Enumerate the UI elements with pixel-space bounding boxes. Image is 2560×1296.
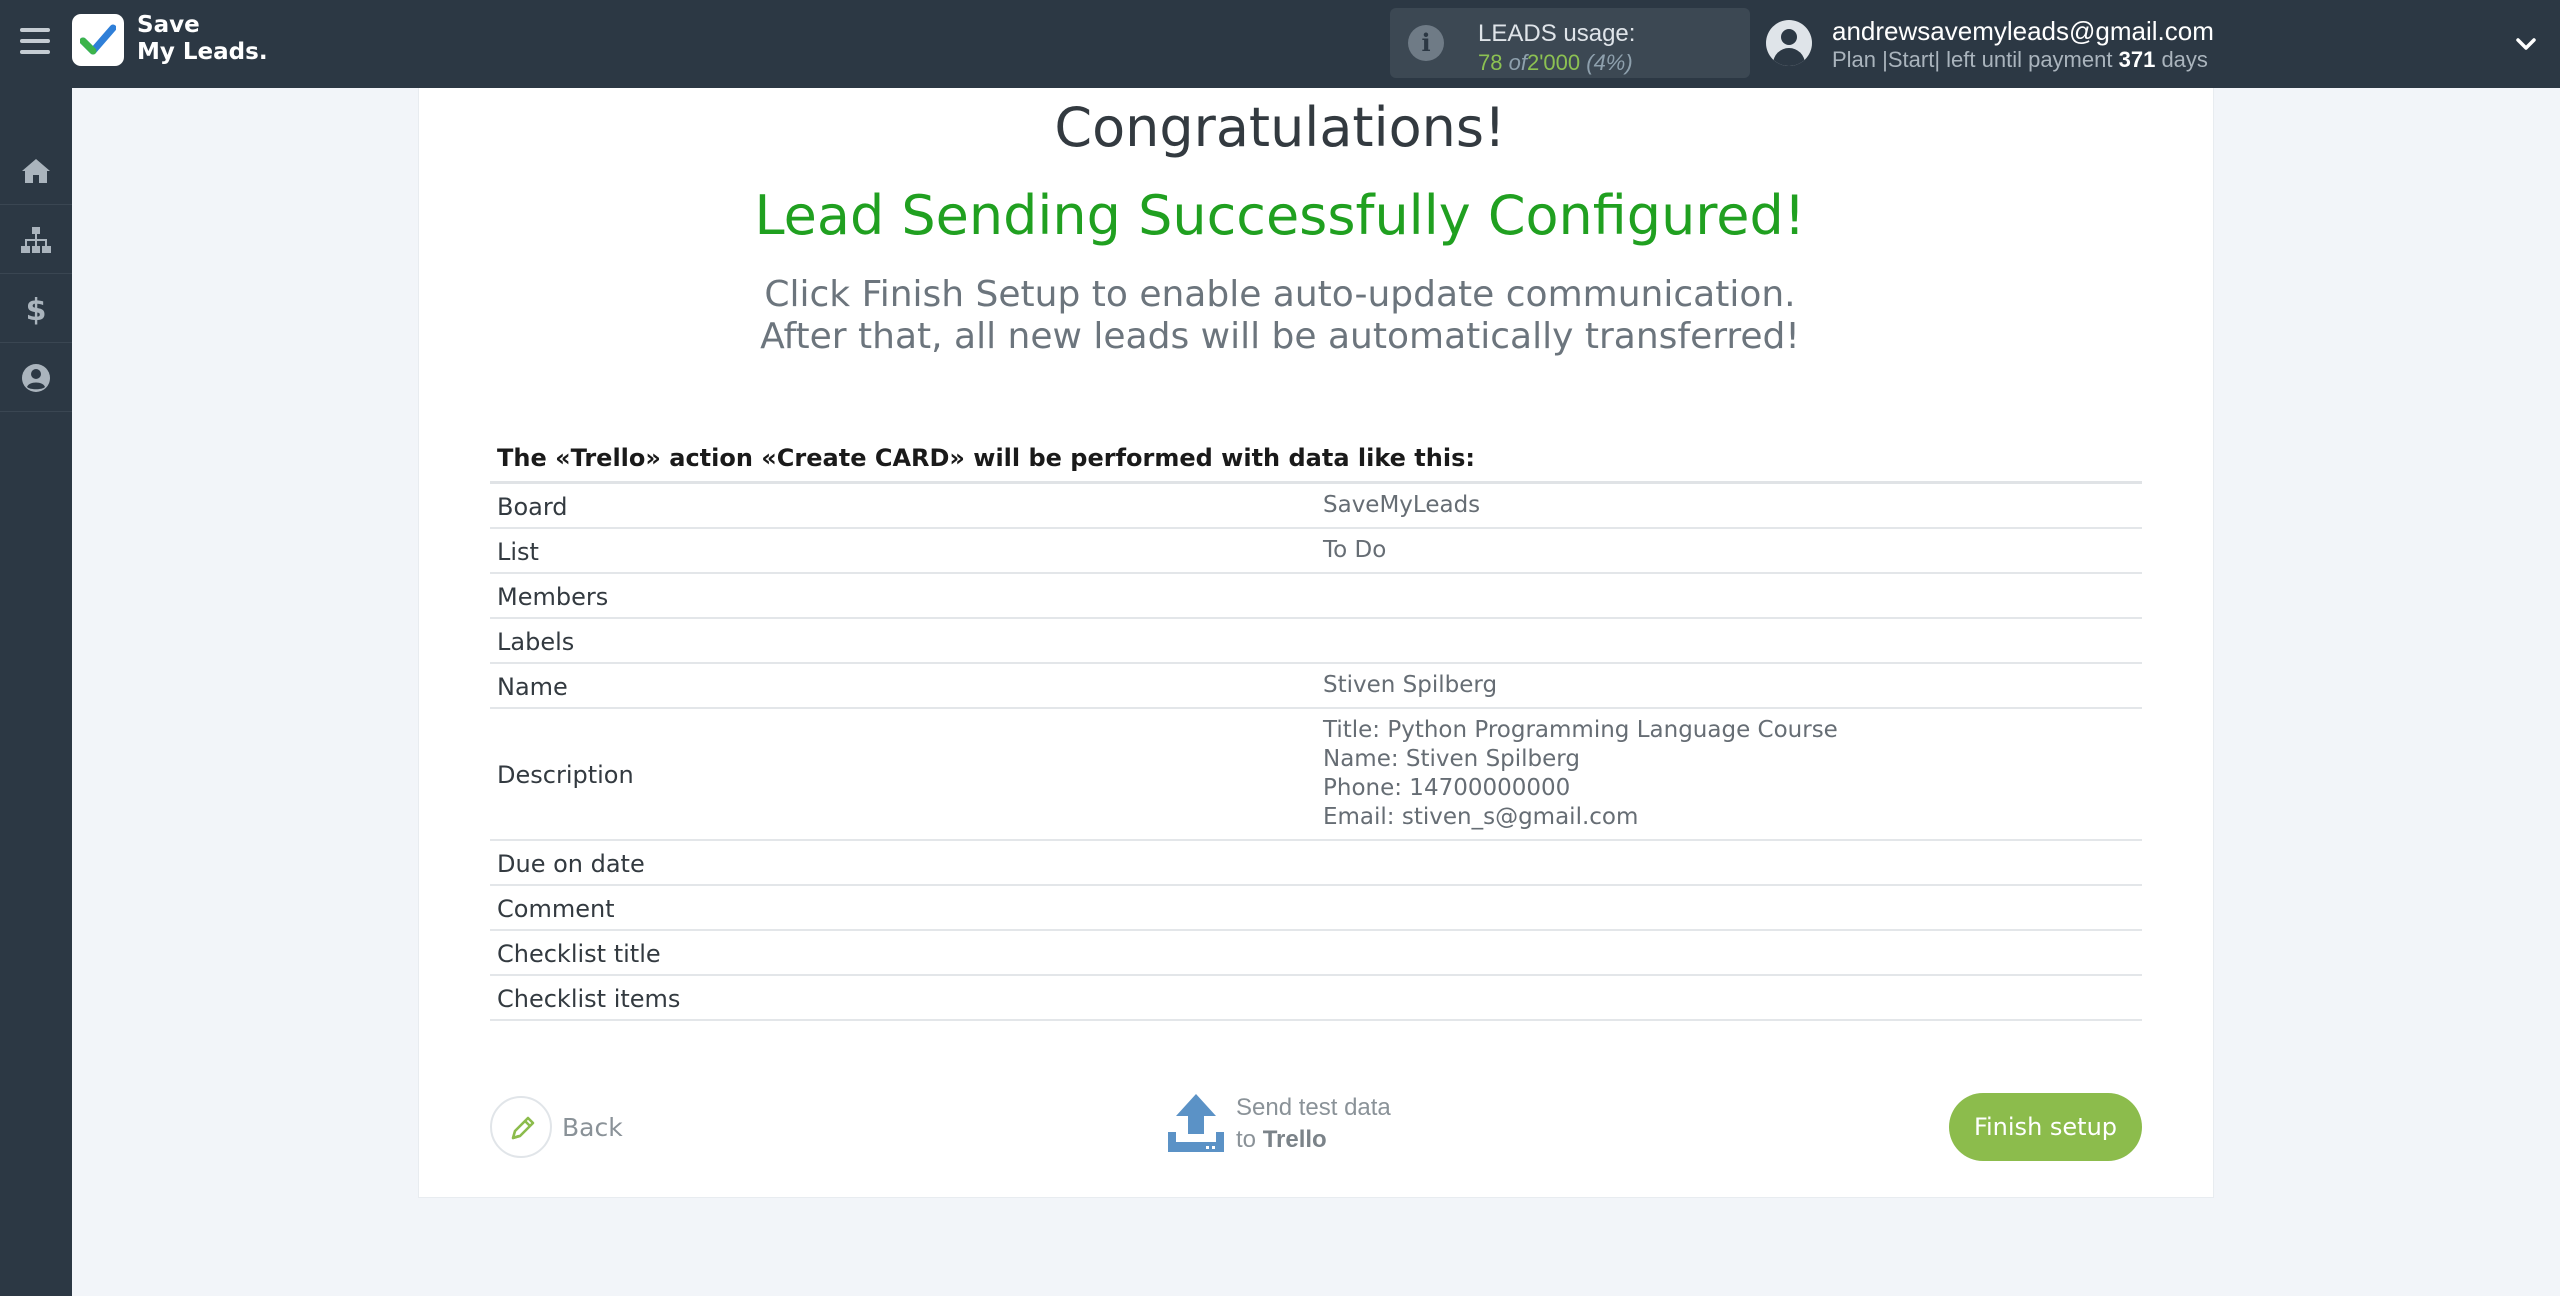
logo-icon[interactable] (72, 14, 124, 66)
table-row: List To Do (490, 529, 2142, 574)
top-bar: Save My Leads. i LEADS usage: 78 of2'000… (0, 0, 2560, 88)
logo-text[interactable]: Save My Leads. (137, 12, 268, 66)
description-line: Phone: 14700000000 (1323, 775, 1571, 801)
row-value: To Do (1323, 537, 1387, 563)
back-label[interactable]: Back (562, 1113, 623, 1142)
row-key: Board (497, 493, 568, 521)
user-circle-icon (22, 364, 50, 392)
back-circle[interactable] (490, 1096, 552, 1158)
row-value: Stiven Spilberg (1323, 672, 1498, 698)
logo-line-2: My Leads. (137, 39, 268, 65)
description-line: Title: Python Programming Language Cours… (1323, 717, 1838, 743)
plan-days: 371 (2118, 47, 2156, 72)
table-row: Due on date (490, 841, 2142, 886)
usage-used: 78 (1478, 50, 1503, 75)
hint-line-1: Click Finish Setup to enable auto-update… (764, 274, 1796, 315)
user-plan: Plan |Start| left until payment 371 days (1832, 47, 2208, 73)
sidebar: $ (0, 88, 72, 1296)
plan-text: Plan |Start| left until payment (1832, 47, 2113, 72)
row-key: Members (497, 583, 609, 611)
plan-days-unit: days (2161, 47, 2208, 72)
row-value: SaveMyLeads (1323, 492, 1481, 518)
info-icon: i (1408, 25, 1444, 61)
logo-line-1: Save (137, 12, 200, 38)
menu-icon[interactable] (20, 28, 50, 56)
usage-label: LEADS usage: (1478, 20, 1636, 47)
usage-percent: (4%) (1586, 50, 1633, 75)
send-label-line-1[interactable]: Send test data (1236, 1094, 1391, 1122)
table-row: Checklist title (490, 931, 2142, 976)
table-row: Checklist items (490, 976, 2142, 1021)
back-button[interactable]: Back (490, 1096, 640, 1160)
leads-usage-panel: i LEADS usage: 78 of2'000 (4%) (1390, 8, 1750, 78)
usage-value: 78 of2'000 (4%) (1478, 50, 1633, 76)
description-line: Email: stiven_s@gmail.com (1323, 804, 1639, 830)
row-key: Checklist items (497, 985, 681, 1013)
send-test-data-button[interactable]: Send test data to Trello (1166, 1090, 1426, 1160)
pencil-icon (511, 1116, 535, 1140)
table-title: The «Trello» action «Create CARD» will b… (497, 444, 1475, 472)
chevron-down-icon[interactable] (2516, 34, 2536, 54)
table-row: Members (490, 574, 2142, 619)
page-title: Congratulations! (1054, 96, 1506, 159)
row-key: Comment (497, 895, 615, 923)
row-key: List (497, 538, 539, 566)
send-target-label: Trello (1262, 1126, 1327, 1153)
table-row: Description Title: Python Programming La… (490, 709, 2142, 841)
send-to-label: to (1236, 1126, 1257, 1153)
finish-setup-button[interactable]: Finish setup (1949, 1093, 2142, 1161)
table-row: Board SaveMyLeads (490, 484, 2142, 529)
hint-line-2: After that, all new leads will be automa… (760, 316, 1800, 357)
user-email[interactable]: andrewsavemyleads@gmail.com (1832, 16, 2214, 47)
row-key: Name (497, 673, 568, 701)
description-line: Name: Stiven Spilberg (1323, 746, 1580, 772)
table-row: Labels (490, 619, 2142, 664)
row-key: Due on date (497, 850, 645, 878)
success-heading: Lead Sending Successfully Configured! (754, 184, 1806, 247)
table-row: Comment (490, 886, 2142, 931)
row-key: Description (497, 761, 634, 789)
home-icon (22, 159, 50, 183)
table-row: Name Stiven Spilberg (490, 664, 2142, 709)
row-key: Checklist title (497, 940, 661, 968)
usage-of: of (1508, 50, 1527, 75)
upload-icon (1168, 1094, 1224, 1152)
avatar[interactable] (1766, 20, 1812, 66)
row-key: Labels (497, 628, 575, 656)
send-label-line-2[interactable]: to Trello (1236, 1126, 1327, 1154)
usage-total: 2'000 (1526, 50, 1581, 75)
row-value-multiline: Title: Python Programming Language Cours… (1323, 716, 1838, 832)
